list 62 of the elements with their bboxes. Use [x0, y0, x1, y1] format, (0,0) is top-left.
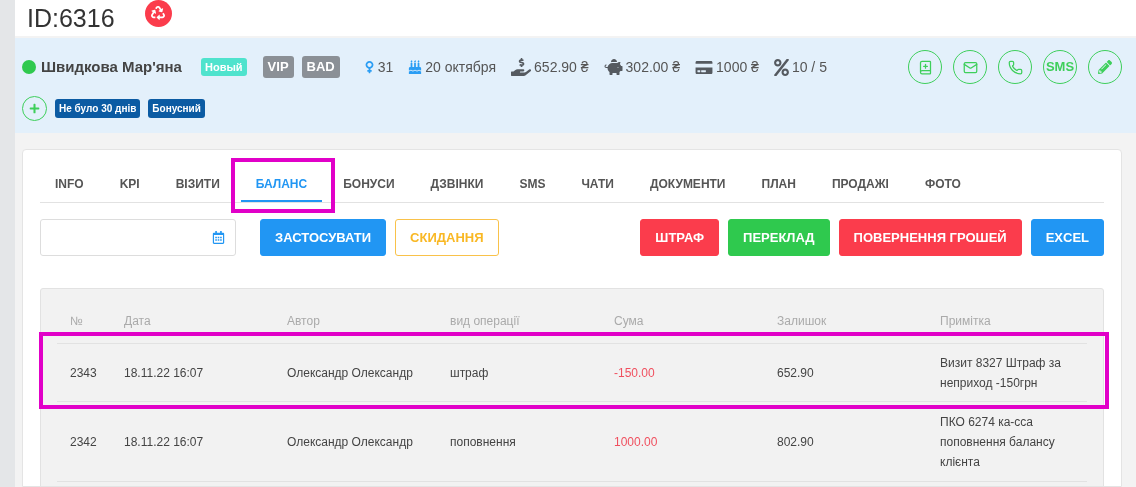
- client-name: Швидкова Мар'яна: [41, 56, 183, 77]
- tab[interactable]: KPI: [104, 168, 155, 202]
- table-cell-text: поповнення: [449, 433, 517, 451]
- tab[interactable]: ПРОДАЖІ: [816, 168, 904, 202]
- recycle-icon: [151, 6, 166, 20]
- date-field[interactable]: [40, 219, 236, 256]
- client-stat: 302.00 ₴: [625, 57, 681, 77]
- table-cell-text: 18.11.22 16:07: [123, 364, 205, 382]
- action-button[interactable]: ПОВЕРНЕННЯ ГРОШЕЙ: [838, 219, 1022, 256]
- tab[interactable]: ДОКУМЕНТИ: [634, 168, 741, 202]
- cake-icon: [408, 60, 423, 74]
- hand-money-icon: [511, 58, 532, 76]
- column-header: Автор: [286, 313, 321, 330]
- client-tag: Бонусний: [148, 99, 205, 118]
- tab[interactable]: ПЛАН: [746, 168, 811, 202]
- tab[interactable]: ДЗВІНКИ: [415, 168, 499, 202]
- table-cell-text: Олександр Олександр: [286, 433, 414, 451]
- client-stat: 31: [377, 57, 394, 77]
- client-tag: Не було 30 днів: [55, 99, 141, 118]
- table-cell-text: 802.90: [776, 433, 815, 451]
- table-cell-text: штраф: [449, 364, 490, 382]
- action-button[interactable]: ШТРАФ: [640, 219, 720, 256]
- client-stat: 10 / 5: [791, 57, 827, 77]
- client-stat: 1000 ₴: [716, 57, 759, 77]
- tab[interactable]: SMS: [504, 168, 561, 202]
- tab[interactable]: ФОТО: [909, 168, 976, 202]
- percent-icon: [773, 58, 789, 76]
- tab[interactable]: ВІЗИТИ: [160, 168, 235, 202]
- table-cell-text: 652.90: [776, 364, 815, 382]
- column-header: Залишок: [776, 313, 828, 330]
- credit-card-icon: [695, 59, 714, 75]
- table-cell-text: 18.11.22 16:07: [123, 433, 205, 451]
- page-title: ID:6316: [27, 5, 115, 31]
- tab[interactable]: INFO: [40, 168, 99, 202]
- recycle-button[interactable]: [144, 0, 172, 27]
- table-cell-text: ПКО 6274 ка-сса поповнення балансу клієнта: [939, 413, 1056, 471]
- mail-icon: [962, 59, 978, 75]
- plus-icon: [29, 103, 40, 114]
- column-header: вид операції: [449, 313, 521, 330]
- table-cell-text: Олександр Олександр: [286, 364, 414, 382]
- column-header: №: [69, 313, 84, 330]
- table-cell-text: 2343: [69, 364, 98, 382]
- client-badge: BAD: [301, 56, 340, 78]
- book-plus-icon: [917, 59, 933, 75]
- client-badge: VIP: [262, 56, 294, 78]
- client-stat: 20 октября: [425, 57, 497, 77]
- column-header: Дата: [123, 313, 152, 330]
- table-cell-text: Визит 8327 Штраф за неприход -150грн: [939, 354, 1062, 392]
- tab[interactable]: ЧАТИ: [566, 168, 629, 202]
- phone-icon: [1007, 59, 1023, 75]
- female-icon: [363, 60, 375, 74]
- table-cell-text: 2342: [69, 433, 98, 451]
- column-header: Сума: [613, 313, 645, 330]
- calendar-icon: [212, 231, 225, 244]
- client-badge: Новый: [201, 57, 247, 77]
- table-cell-text: -150.00: [613, 364, 656, 382]
- client-stat: 652.90 ₴: [534, 57, 589, 77]
- tab[interactable]: БОНУСИ: [328, 168, 410, 202]
- column-header: Примітка: [939, 313, 992, 330]
- table-cell-text: 1000.00: [613, 433, 659, 451]
- edit-icon: [1098, 60, 1112, 74]
- piggy-bank-icon: [603, 59, 623, 75]
